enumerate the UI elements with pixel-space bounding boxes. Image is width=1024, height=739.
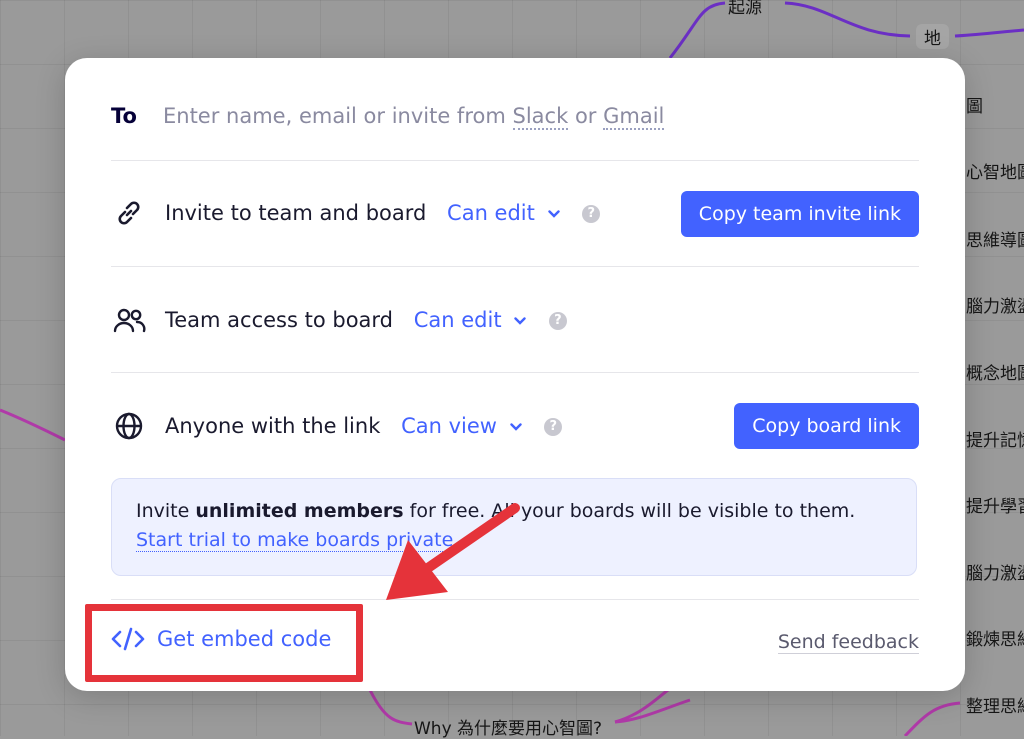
- invite-placeholder: Enter name, email or invite from: [163, 104, 506, 128]
- mindmap-node-4[interactable]: 腦力激盪圖: [966, 292, 1024, 317]
- start-trial-link[interactable]: Start trial to make boards private.: [136, 529, 460, 552]
- public-link-access-value: Can view: [401, 414, 497, 438]
- mindmap-node-8[interactable]: 腦力激盪: [966, 559, 1024, 584]
- info-prefix: Invite: [136, 500, 190, 522]
- chevron-down-icon: [547, 210, 560, 218]
- help-icon[interactable]: ?: [544, 418, 563, 436]
- globe-icon: [111, 408, 147, 444]
- team-invite-access-dropdown[interactable]: Can edit: [447, 201, 566, 225]
- invite-input[interactable]: Enter name, email or invite from Slack o…: [163, 104, 665, 130]
- mindmap-node-3[interactable]: 思維導圖: [966, 226, 1024, 251]
- copy-team-invite-link-button[interactable]: Copy team invite link: [680, 191, 919, 237]
- public-link-row: Anyone with the link Can view ? Copy boa…: [111, 403, 919, 449]
- mindmap-node-place[interactable]: 地: [916, 24, 949, 49]
- send-feedback-link[interactable]: Send feedback: [777, 631, 919, 654]
- mindmap-node-1[interactable]: 圖: [966, 92, 983, 117]
- mindmap-node-10[interactable]: 整理思維: [966, 692, 1024, 717]
- mindmap-node-7[interactable]: 提升學習: [966, 492, 1024, 517]
- mindmap-node-2[interactable]: 心智地圖: [966, 158, 1024, 183]
- mindmap-node-5[interactable]: 概念地圖: [966, 359, 1024, 384]
- public-link-label: Anyone with the link: [165, 414, 381, 438]
- mindmap-node-6[interactable]: 提升記憶: [966, 426, 1024, 451]
- public-link-access-dropdown[interactable]: Can view: [401, 414, 528, 438]
- info-bold: unlimited members: [195, 500, 404, 522]
- invite-row: To Enter name, email or invite from Slac…: [111, 104, 919, 134]
- info-text: for free. All your boards will be visibl…: [409, 500, 856, 522]
- chevron-down-icon: [514, 317, 526, 325]
- or-text: or: [574, 104, 597, 128]
- team-invite-label: Invite to team and board: [165, 201, 427, 225]
- team-access-label: Team access to board: [165, 308, 394, 332]
- divider: [111, 599, 919, 600]
- mindmap-node-9[interactable]: 鍛煉思維: [966, 625, 1024, 650]
- link-icon: [111, 195, 147, 231]
- mindmap-node-why[interactable]: Why 為什麼要用心智圖?: [414, 714, 602, 739]
- help-icon[interactable]: ?: [548, 312, 567, 330]
- divider: [111, 266, 919, 267]
- slack-link[interactable]: Slack: [512, 104, 569, 130]
- copy-board-link-button[interactable]: Copy board link: [734, 403, 919, 449]
- gmail-link[interactable]: Gmail: [603, 104, 665, 130]
- share-dialog: To Enter name, email or invite from Slac…: [65, 58, 965, 691]
- upgrade-info-box: Invite unlimited members for free. All y…: [111, 478, 917, 576]
- divider: [111, 372, 919, 373]
- help-icon[interactable]: ?: [582, 205, 601, 223]
- annotation-highlight-box: [85, 604, 363, 682]
- team-access-row: Team access to board Can edit ?: [111, 302, 919, 342]
- team-access-value: Can edit: [413, 308, 502, 332]
- team-icon: [111, 302, 147, 338]
- team-access-dropdown[interactable]: Can edit: [414, 308, 533, 332]
- chevron-down-icon: [509, 423, 522, 431]
- mindmap-node-origin[interactable]: 起源: [728, 0, 762, 18]
- team-invite-row: Invite to team and board Can edit ? Copy…: [111, 191, 919, 237]
- team-invite-access-value: Can edit: [447, 201, 535, 225]
- to-label: To: [111, 104, 137, 128]
- divider: [111, 160, 919, 161]
